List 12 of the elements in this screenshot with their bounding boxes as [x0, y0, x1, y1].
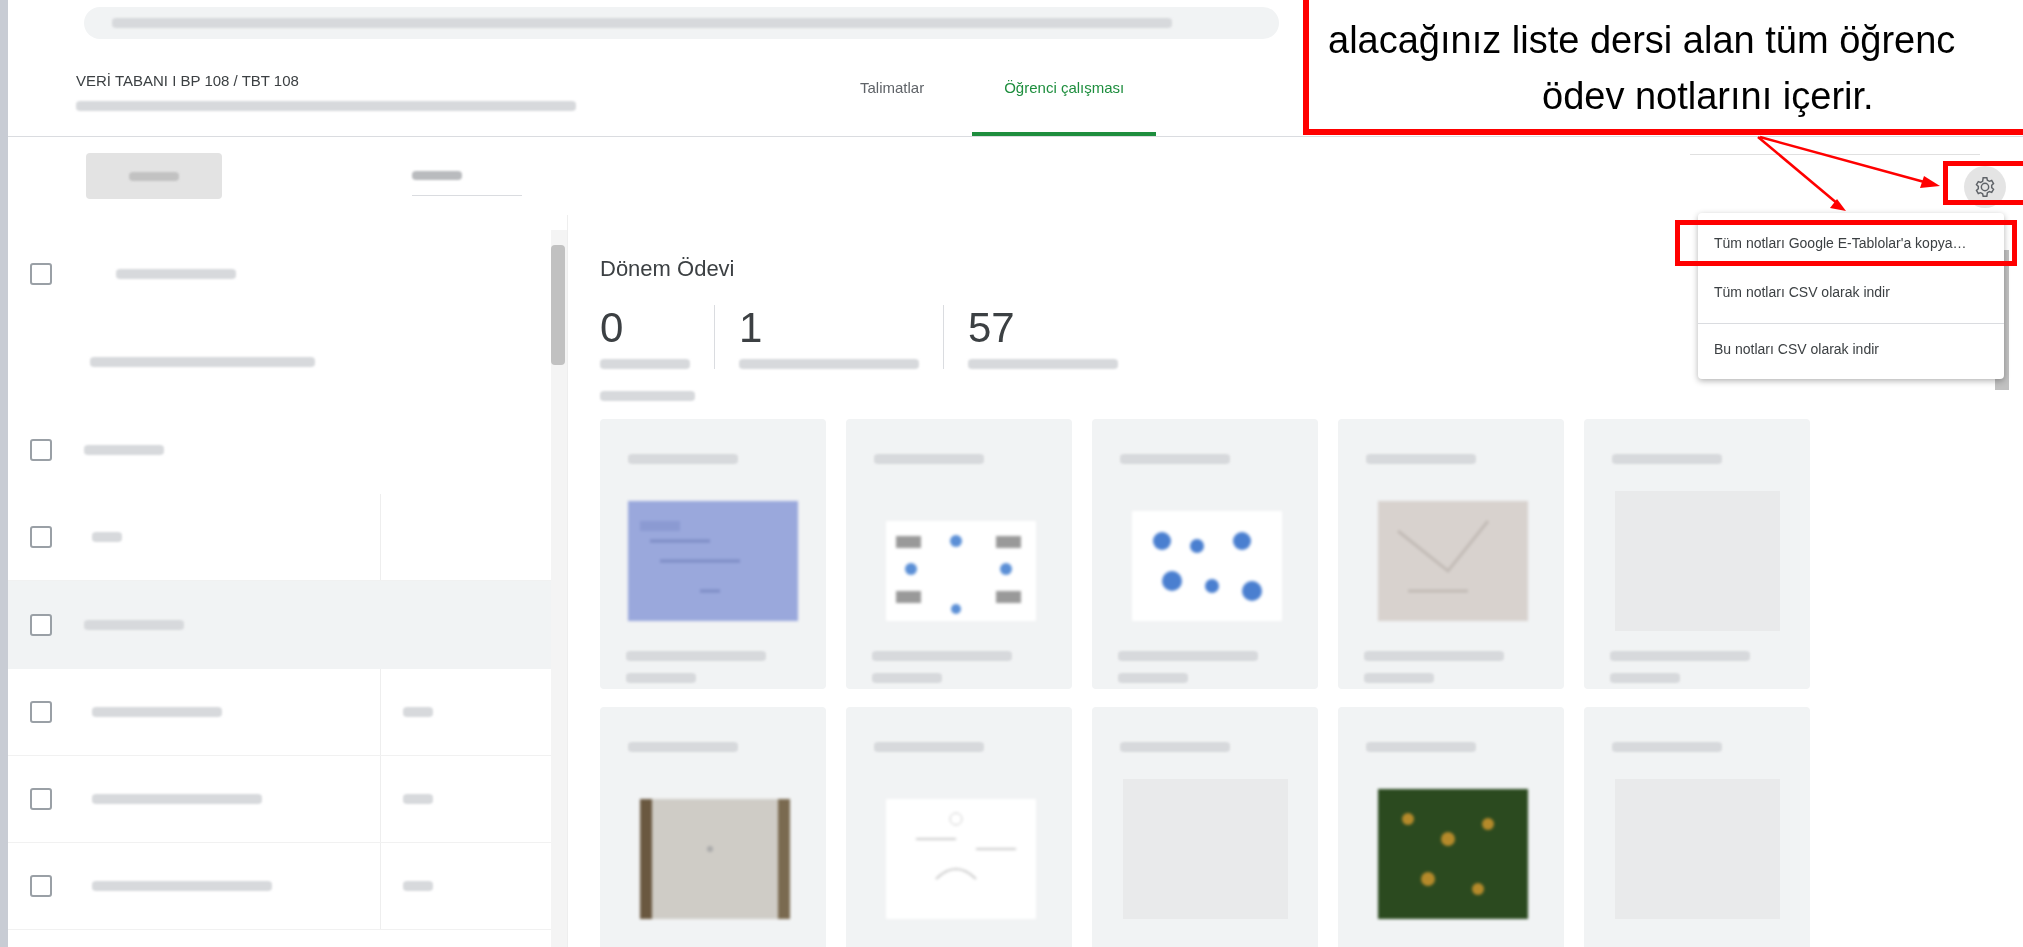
tab[interactable]: Talimatlar: [828, 45, 957, 136]
stat-value: 0: [600, 305, 625, 351]
tab[interactable]: Öğrenci çalışması: [972, 45, 1157, 136]
menu-item[interactable]: Tüm notları CSV olarak indir: [1698, 269, 2004, 315]
stat-value: 1: [739, 305, 764, 351]
menu-item[interactable]: Bu notları CSV olarak indir: [1698, 323, 2004, 375]
course-title: VERİ TABANI I BP 108 / TBT 108: [76, 71, 300, 92]
callout-text: alacağınız liste dersi alan tüm öğrenc: [1328, 18, 1956, 62]
assignment-title: Dönem Ödevi: [600, 255, 736, 283]
menu-item[interactable]: Tüm notları Google E-Tablolar'a kopya…: [1675, 220, 2017, 266]
callout-text: ödev notlarını içerir.: [1542, 74, 1874, 118]
stat-value: 57: [968, 305, 1016, 351]
